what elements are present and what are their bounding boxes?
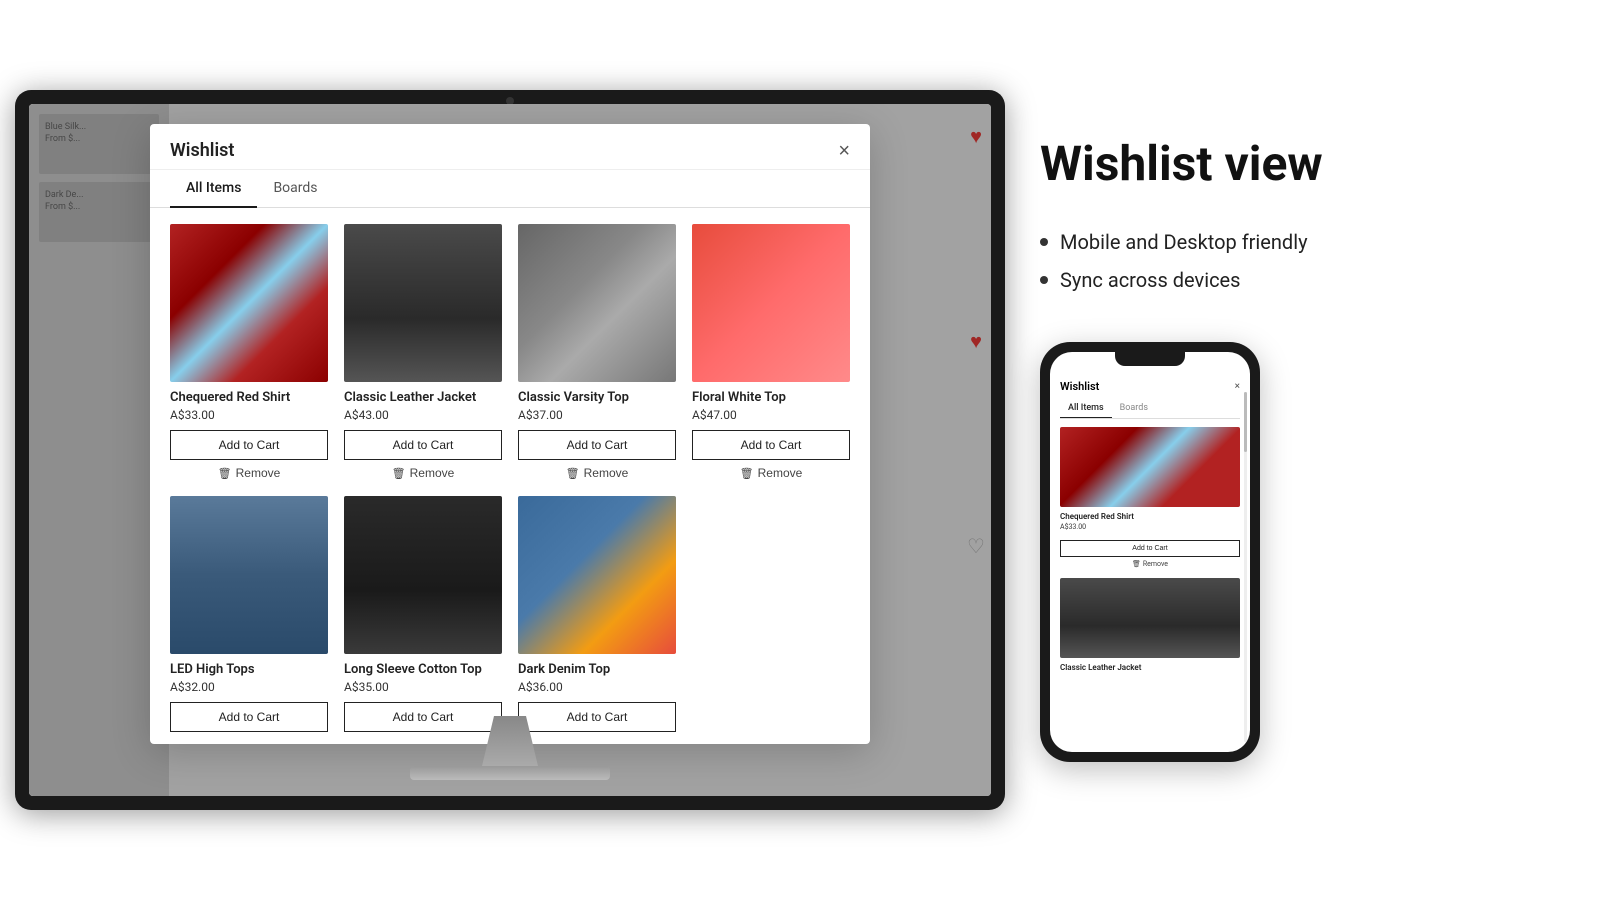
phone-product-image-2 — [1060, 578, 1240, 658]
tab-boards[interactable]: Boards — [257, 170, 333, 208]
phone-scrollbar — [1244, 392, 1247, 742]
phone-scrollbar-thumb — [1244, 392, 1247, 452]
phone-product-name-1: Chequered Red Shirt — [1060, 512, 1240, 521]
product-name-3: Classic Varsity Top — [518, 390, 676, 405]
phone-product-name-2: Classic Leather Jacket — [1060, 663, 1240, 672]
modal-tabs: All Items Boards — [150, 170, 870, 208]
product-card-7: Dark Denim Top A$36.00 Add to Cart — [518, 496, 676, 738]
product-image-7 — [518, 496, 676, 654]
trash-icon-1: 🗑 — [218, 467, 232, 480]
info-bullets: Mobile and Desktop friendly Sync across … — [1040, 230, 1560, 292]
product-price-5: A$32.00 — [170, 680, 328, 694]
phone-modal-header: Wishlist × — [1060, 380, 1240, 393]
product-price-6: A$35.00 — [344, 680, 502, 694]
monitor-base — [410, 766, 610, 780]
add-to-cart-button-2[interactable]: Add to Cart — [344, 430, 502, 460]
product-image-1 — [170, 224, 328, 382]
product-name-7: Dark Denim Top — [518, 662, 676, 677]
modal-title: Wishlist — [170, 140, 234, 161]
add-to-cart-button-1[interactable]: Add to Cart — [170, 430, 328, 460]
remove-button-1[interactable]: 🗑 Remove — [170, 466, 328, 480]
product-name-2: Classic Leather Jacket — [344, 390, 502, 405]
product-card-1: Chequered Red Shirt A$33.00 Add to Cart … — [170, 224, 328, 480]
monitor: Blue Silk... From $... Dark De... From $… — [15, 90, 1005, 810]
phone-product-1: Chequered Red Shirt A$33.00 Add to Cart … — [1060, 427, 1240, 568]
monitor-stand — [410, 716, 610, 780]
product-name-5: LED High Tops — [170, 662, 328, 677]
phone-modal-title: Wishlist — [1060, 380, 1099, 393]
product-price-4: A$47.00 — [692, 408, 850, 422]
product-card-5: LED High Tops A$32.00 Add to Cart — [170, 496, 328, 738]
info-bullet-2: Sync across devices — [1040, 268, 1560, 292]
product-image-2 — [344, 224, 502, 382]
wishlist-modal: Wishlist × All Items Boards — [150, 124, 870, 744]
info-section: Wishlist view Mobile and Desktop friendl… — [1020, 98, 1600, 803]
product-image-6 — [344, 496, 502, 654]
phone-mockup: Wishlist × All Items Boards Chequered Re… — [1040, 342, 1260, 762]
trash-icon-3: 🗑 — [566, 467, 580, 480]
monitor-screen: Blue Silk... From $... Dark De... From $… — [29, 104, 991, 796]
product-image-4 — [692, 224, 850, 382]
product-name-1: Chequered Red Shirt — [170, 390, 328, 405]
phone-screen: Wishlist × All Items Boards Chequered Re… — [1050, 352, 1250, 752]
phone-notch — [1115, 352, 1185, 366]
add-to-cart-button-5[interactable]: Add to Cart — [170, 702, 328, 732]
phone-content: Wishlist × All Items Boards Chequered Re… — [1050, 352, 1250, 672]
modal-header: Wishlist × — [150, 124, 870, 170]
phone-close-icon[interactable]: × — [1235, 381, 1240, 392]
product-card-3: Classic Varsity Top A$37.00 Add to Cart … — [518, 224, 676, 480]
info-bullet-1: Mobile and Desktop friendly — [1040, 230, 1560, 254]
phone-add-to-cart-1[interactable]: Add to Cart — [1060, 540, 1240, 557]
monitor-neck — [470, 716, 550, 766]
product-price-1: A$33.00 — [170, 408, 328, 422]
remove-button-3[interactable]: 🗑 Remove — [518, 466, 676, 480]
product-image-3 — [518, 224, 676, 382]
bullet-text-1: Mobile and Desktop friendly — [1060, 230, 1308, 254]
product-price-3: A$37.00 — [518, 408, 676, 422]
phone-remove-1[interactable]: 🗑 Remove — [1060, 560, 1240, 568]
product-card-4: Floral White Top A$47.00 Add to Cart 🗑 R… — [692, 224, 850, 480]
products-grid: Chequered Red Shirt A$33.00 Add to Cart … — [170, 224, 850, 738]
product-price-7: A$36.00 — [518, 680, 676, 694]
product-name-4: Floral White Top — [692, 390, 850, 405]
phone-tab-boards[interactable]: Boards — [1112, 399, 1156, 418]
tab-all-items[interactable]: All Items — [170, 170, 257, 208]
product-name-6: Long Sleeve Cotton Top — [344, 662, 502, 677]
trash-icon-4: 🗑 — [740, 467, 754, 480]
phone-product-image-1 — [1060, 427, 1240, 507]
phone-tab-all-items[interactable]: All Items — [1060, 399, 1112, 418]
trash-icon-2: 🗑 — [392, 467, 406, 480]
page-title: Wishlist view — [1040, 138, 1560, 191]
add-to-cart-button-3[interactable]: Add to Cart — [518, 430, 676, 460]
monitor-section: Blue Silk... From $... Dark De... From $… — [0, 0, 1020, 900]
modal-body: Chequered Red Shirt A$33.00 Add to Cart … — [150, 208, 870, 744]
bullet-text-2: Sync across devices — [1060, 268, 1240, 292]
phone-trash-icon-1: 🗑 — [1132, 560, 1141, 568]
product-card-2: Classic Leather Jacket A$43.00 Add to Ca… — [344, 224, 502, 480]
product-price-2: A$43.00 — [344, 408, 502, 422]
bullet-dot-2 — [1040, 276, 1048, 284]
phone-product-price-1: A$33.00 — [1060, 523, 1240, 531]
remove-button-4[interactable]: 🗑 Remove — [692, 466, 850, 480]
add-to-cart-button-4[interactable]: Add to Cart — [692, 430, 850, 460]
phone-tabs: All Items Boards — [1060, 399, 1240, 419]
modal-close-button[interactable]: × — [838, 141, 850, 161]
modal-overlay: Wishlist × All Items Boards — [29, 104, 991, 796]
product-image-5 — [170, 496, 328, 654]
phone-product-2: Classic Leather Jacket — [1060, 578, 1240, 672]
bullet-dot-1 — [1040, 238, 1048, 246]
product-card-6: Long Sleeve Cotton Top A$35.00 Add to Ca… — [344, 496, 502, 738]
remove-button-2[interactable]: 🗑 Remove — [344, 466, 502, 480]
